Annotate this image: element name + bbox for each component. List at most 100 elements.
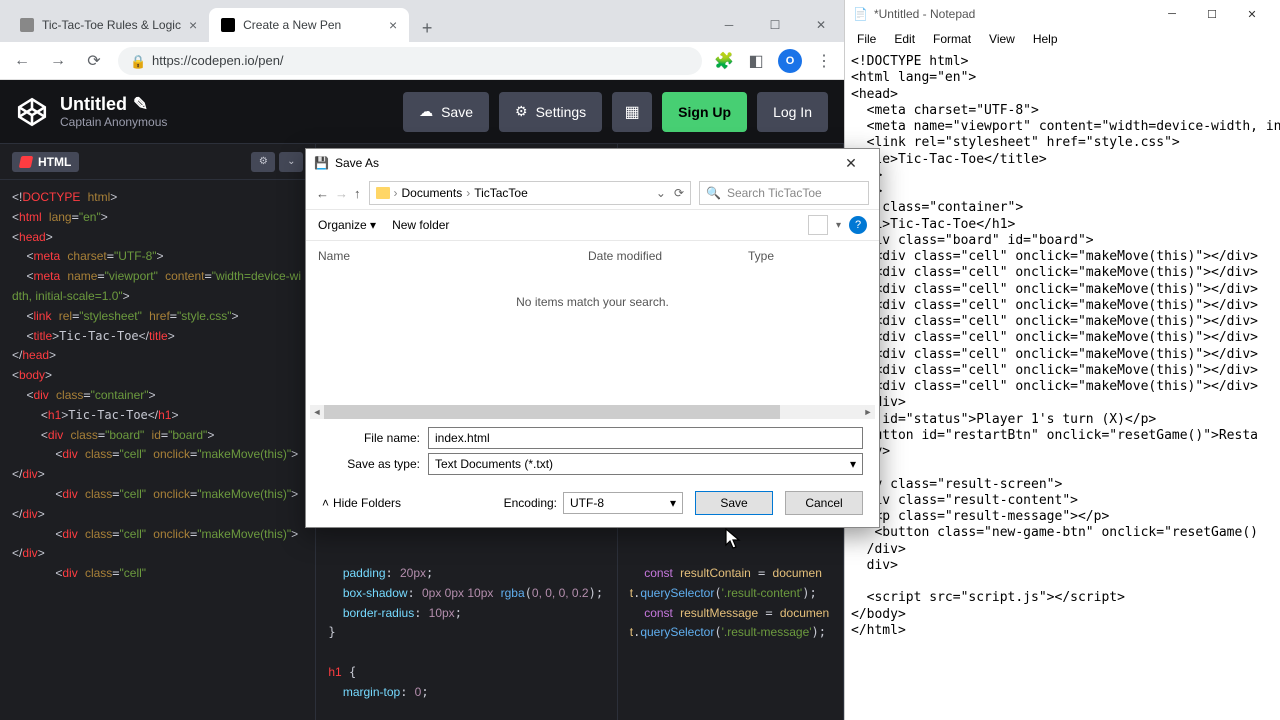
chevron-up-icon: ˄ [322, 496, 329, 510]
dialog-footer: ˄Hide Folders Encoding: UTF-8▾ Save Canc… [306, 479, 879, 527]
forward-button[interactable]: → [46, 52, 70, 70]
horizontal-scrollbar[interactable]: ◄ ► [310, 405, 875, 419]
notepad-title: *Untitled - Notepad [874, 7, 975, 21]
pen-title[interactable]: Untitled✎ [60, 94, 167, 115]
scroll-left-icon[interactable]: ◄ [310, 405, 324, 419]
dialog-path-bar: ← → ↑ › Documents › TicTacToe ⌄ ⟳ 🔍 Sear… [306, 177, 879, 209]
empty-message: No items match your search. [318, 295, 867, 309]
cancel-button[interactable]: Cancel [785, 491, 863, 515]
menu-file[interactable]: File [849, 30, 884, 48]
layout-button[interactable]: ▦ [612, 92, 652, 132]
dialog-toolbar: Organize ▾ New folder ▾ ? [306, 209, 879, 241]
dialog-title: Save As [335, 156, 379, 170]
notepad-titlebar[interactable]: 📄 *Untitled - Notepad ─ ☐ ✕ [845, 0, 1280, 28]
close-icon[interactable]: × [189, 17, 197, 33]
chevron-down-icon[interactable]: ⌄ [656, 186, 666, 200]
back-button[interactable]: ← [10, 52, 34, 70]
maximize-button[interactable]: ☐ [1192, 2, 1232, 26]
gear-icon[interactable]: ⚙ [251, 152, 275, 172]
encoding-select[interactable]: UTF-8▾ [563, 492, 683, 514]
breadcrumb[interactable]: › Documents › TicTacToe ⌄ ⟳ [369, 181, 692, 205]
codepen-header: Untitled✎ Captain Anonymous ☁Save ⚙Setti… [0, 80, 844, 144]
save-button[interactable]: ☁Save [403, 92, 489, 132]
html-badge: HTML [12, 152, 79, 172]
chevron-down-icon[interactable]: ▾ [836, 220, 841, 231]
profile-avatar[interactable]: O [778, 49, 802, 73]
codepen-logo-icon[interactable] [16, 96, 48, 128]
gear-icon: ⚙ [515, 103, 528, 120]
search-placeholder: Search TicTacToe [727, 186, 822, 200]
address-bar[interactable]: 🔒 https://codepen.io/pen/ [118, 47, 702, 75]
save-button[interactable]: Save [695, 491, 773, 515]
filename-input[interactable] [428, 427, 863, 449]
scroll-thumb[interactable] [324, 405, 780, 419]
edit-icon: ✎ [133, 94, 148, 115]
savetype-label: Save as type: [322, 457, 420, 471]
close-button[interactable]: ✕ [1232, 2, 1272, 26]
url-bar: ← → ⟳ 🔒 https://codepen.io/pen/ 🧩 ◧ O ⋮ [0, 42, 844, 80]
encoding-label: Encoding: [504, 496, 557, 510]
view-button[interactable] [808, 215, 828, 235]
dialog-titlebar[interactable]: 💾 Save As ✕ [306, 149, 879, 177]
chevron-down-icon[interactable]: ⌄ [279, 152, 303, 172]
pen-author: Captain Anonymous [60, 115, 167, 129]
url-text: https://codepen.io/pen/ [152, 53, 284, 68]
close-button[interactable]: ✕ [798, 8, 844, 42]
breadcrumb-seg[interactable]: Documents [402, 186, 463, 200]
html-editor[interactable]: <!DOCTYPE html> <html lang="en"> <head> … [0, 180, 315, 720]
html-panel: HTML ⚙ ⌄ <!DOCTYPE html> <html lang="en"… [0, 144, 316, 720]
newfolder-button[interactable]: New folder [392, 218, 449, 232]
dialog-fields: File name: Save as type: Text Documents … [306, 421, 879, 475]
close-icon[interactable]: × [389, 17, 397, 33]
tab-title: Create a New Pen [243, 18, 341, 32]
extensions-icon[interactable]: 🧩 [714, 51, 734, 71]
new-tab-button[interactable]: + [413, 14, 441, 42]
organize-button[interactable]: Organize ▾ [318, 218, 376, 232]
save-icon: 💾 [314, 156, 329, 170]
notepad-icon: 📄 [853, 7, 868, 21]
file-list[interactable]: Name Date modified Type No items match y… [306, 241, 879, 421]
minimize-button[interactable]: ─ [706, 8, 752, 42]
filename-label: File name: [322, 431, 420, 445]
reload-button[interactable]: ⟳ [82, 51, 106, 71]
tab-inactive[interactable]: Tic-Tac-Toe Rules & Logic × [8, 8, 209, 42]
favicon-icon [20, 18, 34, 32]
search-input[interactable]: 🔍 Search TicTacToe [699, 181, 869, 205]
column-name[interactable]: Name [318, 249, 588, 263]
tab-active[interactable]: Create a New Pen × [209, 8, 409, 42]
minimize-button[interactable]: ─ [1152, 2, 1192, 26]
column-type[interactable]: Type [748, 249, 848, 263]
tab-title: Tic-Tac-Toe Rules & Logic [42, 18, 181, 32]
menu-format[interactable]: Format [925, 30, 979, 48]
folder-icon [376, 187, 390, 199]
save-as-dialog: 💾 Save As ✕ ← → ↑ › Documents › TicTacToe… [305, 148, 880, 528]
login-button[interactable]: Log In [757, 92, 828, 132]
notepad-content[interactable]: <!DOCTYPE html> <html lang="en"> <head> … [845, 50, 1280, 643]
savetype-select[interactable]: Text Documents (*.txt)▾ [428, 453, 863, 475]
menu-edit[interactable]: Edit [886, 30, 923, 48]
menu-help[interactable]: Help [1025, 30, 1066, 48]
forward-button[interactable]: → [335, 186, 348, 201]
notepad-menubar: File Edit Format View Help [845, 28, 1280, 50]
breadcrumb-seg[interactable]: TicTacToe [474, 186, 528, 200]
kebab-icon[interactable]: ⋮ [814, 51, 834, 71]
scroll-right-icon[interactable]: ► [861, 405, 875, 419]
panel-icon[interactable]: ◧ [746, 51, 766, 71]
back-button[interactable]: ← [316, 186, 329, 201]
column-date[interactable]: Date modified [588, 249, 748, 263]
help-button[interactable]: ? [849, 216, 867, 234]
menu-view[interactable]: View [981, 30, 1023, 48]
maximize-button[interactable]: ☐ [752, 8, 798, 42]
signup-button[interactable]: Sign Up [662, 92, 747, 132]
favicon-icon [221, 18, 235, 32]
tab-strip: Tic-Tac-Toe Rules & Logic × Create a New… [0, 0, 844, 42]
up-button[interactable]: ↑ [354, 186, 361, 201]
dialog-close-button[interactable]: ✕ [831, 151, 871, 175]
search-icon: 🔍 [706, 186, 721, 200]
settings-button[interactable]: ⚙Settings [499, 92, 602, 132]
layout-icon: ▦ [625, 102, 640, 122]
hide-folders-button[interactable]: ˄Hide Folders [322, 496, 401, 510]
refresh-icon[interactable]: ⟳ [674, 186, 684, 200]
lock-icon: 🔒 [130, 54, 144, 68]
chevron-down-icon: ▾ [850, 457, 856, 471]
